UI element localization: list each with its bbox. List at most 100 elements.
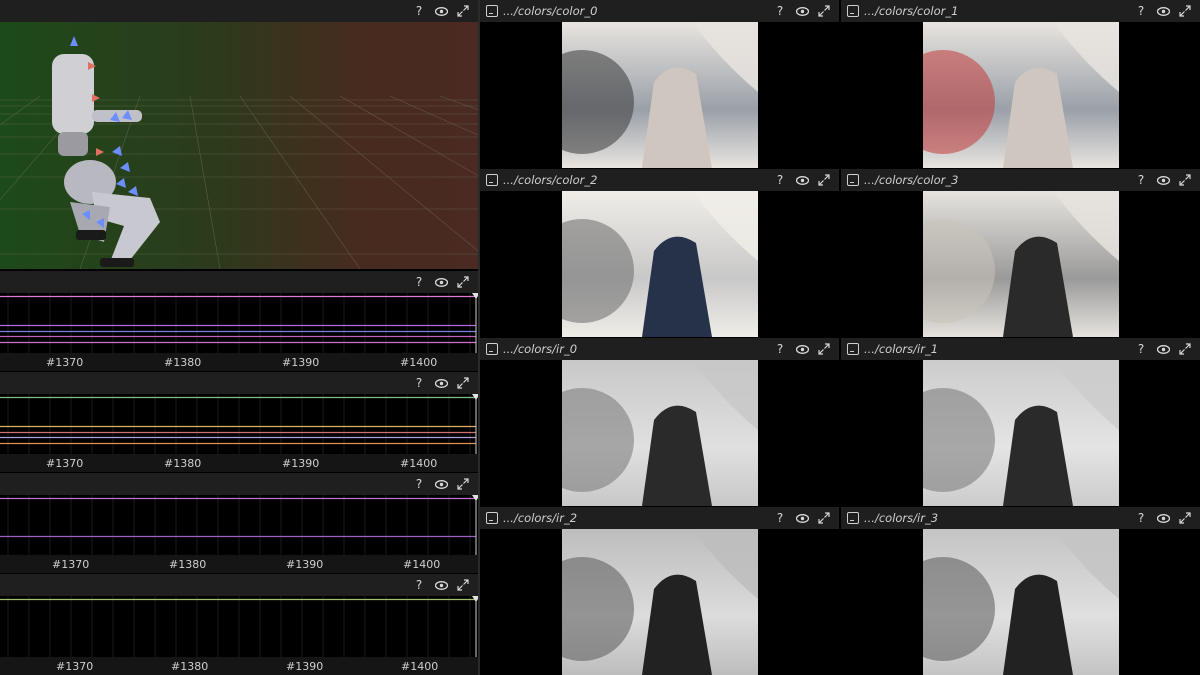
image-view-icon xyxy=(486,343,498,355)
panel-header: .../colors/color_0? xyxy=(480,0,839,22)
image-panel: .../colors/ir_0? xyxy=(480,338,839,506)
time-series-panel: ? #1370 #1380 #1390 #1400 xyxy=(0,271,478,371)
help-icon[interactable]: ? xyxy=(1130,509,1152,527)
camera-image xyxy=(562,191,758,337)
eye-icon[interactable] xyxy=(430,2,452,20)
help-icon[interactable]: ? xyxy=(1130,171,1152,189)
time-tick-label: #1370 xyxy=(46,356,84,369)
maximize-icon[interactable] xyxy=(452,576,474,594)
time-axis[interactable]: #1370 #1380 #1390 #1400 xyxy=(0,454,478,472)
image-panel: .../colors/ir_1? xyxy=(841,338,1200,506)
help-icon[interactable]: ? xyxy=(408,2,430,20)
image-view-icon xyxy=(847,512,859,524)
panel-title[interactable]: .../colors/color_0 xyxy=(503,4,597,18)
eye-icon[interactable] xyxy=(430,475,452,493)
panel-header: .../colors/ir_0? xyxy=(480,338,839,360)
eye-icon[interactable] xyxy=(1152,171,1174,189)
panel-title[interactable]: .../colors/ir_0 xyxy=(503,342,577,356)
maximize-icon[interactable] xyxy=(813,2,835,20)
eye-icon[interactable] xyxy=(791,2,813,20)
help-icon[interactable]: ? xyxy=(408,576,430,594)
time-tick-label: #1390 xyxy=(286,660,324,673)
eye-icon[interactable] xyxy=(430,374,452,392)
maximize-icon[interactable] xyxy=(1174,340,1196,358)
image-viewport[interactable] xyxy=(480,22,839,168)
time-tick-label: #1370 xyxy=(52,558,90,571)
camera-image xyxy=(562,529,758,675)
camera-image xyxy=(923,191,1119,337)
image-viewport[interactable] xyxy=(841,191,1200,337)
image-viewport[interactable] xyxy=(841,22,1200,168)
image-viewport[interactable] xyxy=(480,529,839,675)
panel-title[interactable]: .../colors/color_1 xyxy=(864,4,958,18)
help-icon[interactable]: ? xyxy=(769,171,791,189)
eye-icon[interactable] xyxy=(791,171,813,189)
plot-area[interactable]: #1370 #1380 #1390 #1400 xyxy=(0,394,478,472)
help-icon[interactable]: ? xyxy=(408,475,430,493)
eye-icon[interactable] xyxy=(430,273,452,291)
time-axis[interactable]: #1370 #1380 #1390 #1400 xyxy=(0,555,478,573)
spatial-view-panel: ? xyxy=(0,0,478,269)
panel-header: ? xyxy=(0,271,478,293)
maximize-icon[interactable] xyxy=(452,273,474,291)
panel-header: .../colors/ir_3? xyxy=(841,507,1200,529)
maximize-icon[interactable] xyxy=(452,475,474,493)
3d-viewport[interactable] xyxy=(0,22,478,269)
image-viewport[interactable] xyxy=(480,191,839,337)
plot-area[interactable]: #1370 #1380 #1390 #1400 xyxy=(0,596,478,675)
time-axis[interactable]: #1370 #1380 #1390 #1400 xyxy=(0,657,478,675)
maximize-icon[interactable] xyxy=(1174,509,1196,527)
time-tick-label: #1380 xyxy=(169,558,207,571)
camera-image xyxy=(562,360,758,506)
eye-icon[interactable] xyxy=(1152,509,1174,527)
panel-title[interactable]: .../colors/color_2 xyxy=(503,173,597,187)
panel-header: ? xyxy=(0,473,478,495)
help-icon[interactable]: ? xyxy=(408,374,430,392)
time-tick-label: #1400 xyxy=(403,558,441,571)
eye-icon[interactable] xyxy=(1152,2,1174,20)
help-icon[interactable]: ? xyxy=(769,509,791,527)
panel-header: .../colors/ir_2? xyxy=(480,507,839,529)
panel-title[interactable]: .../colors/ir_1 xyxy=(864,342,938,356)
help-icon[interactable]: ? xyxy=(1130,2,1152,20)
time-tick-label: #1370 xyxy=(56,660,94,673)
help-icon[interactable]: ? xyxy=(408,273,430,291)
camera-image xyxy=(923,360,1119,506)
maximize-icon[interactable] xyxy=(813,340,835,358)
panel-title[interactable]: .../colors/color_3 xyxy=(864,173,958,187)
image-panel: .../colors/color_1? xyxy=(841,0,1200,168)
time-tick-label: #1400 xyxy=(401,660,439,673)
time-tick-label: #1390 xyxy=(282,457,320,470)
maximize-icon[interactable] xyxy=(813,509,835,527)
panel-header: .../colors/color_2? xyxy=(480,169,839,191)
image-viewport[interactable] xyxy=(841,529,1200,675)
image-panel: .../colors/ir_2? xyxy=(480,507,839,675)
image-panel: .../colors/ir_3? xyxy=(841,507,1200,675)
eye-icon[interactable] xyxy=(791,509,813,527)
image-viewport[interactable] xyxy=(841,360,1200,506)
time-tick-label: #1400 xyxy=(400,356,438,369)
help-icon[interactable]: ? xyxy=(769,340,791,358)
time-tick-label: #1380 xyxy=(164,356,202,369)
image-viewport[interactable] xyxy=(480,360,839,506)
maximize-icon[interactable] xyxy=(1174,2,1196,20)
eye-icon[interactable] xyxy=(1152,340,1174,358)
time-tick-label: #1380 xyxy=(171,660,209,673)
panel-title[interactable]: .../colors/ir_3 xyxy=(864,511,938,525)
maximize-icon[interactable] xyxy=(452,374,474,392)
panel-header: ? xyxy=(0,574,478,596)
time-tick-label: #1390 xyxy=(286,558,324,571)
panel-title[interactable]: .../colors/ir_2 xyxy=(503,511,577,525)
plot-area[interactable]: #1370 #1380 #1390 #1400 xyxy=(0,495,478,573)
maximize-icon[interactable] xyxy=(1174,171,1196,189)
plot-area[interactable]: #1370 #1380 #1390 #1400 xyxy=(0,293,478,371)
eye-icon[interactable] xyxy=(430,576,452,594)
maximize-icon[interactable] xyxy=(452,2,474,20)
image-panel: .../colors/color_3? xyxy=(841,169,1200,337)
maximize-icon[interactable] xyxy=(813,171,835,189)
time-axis[interactable]: #1370 #1380 #1390 #1400 xyxy=(0,353,478,371)
help-icon[interactable]: ? xyxy=(1130,340,1152,358)
eye-icon[interactable] xyxy=(791,340,813,358)
help-icon[interactable]: ? xyxy=(769,2,791,20)
panel-header: .../colors/color_3? xyxy=(841,169,1200,191)
